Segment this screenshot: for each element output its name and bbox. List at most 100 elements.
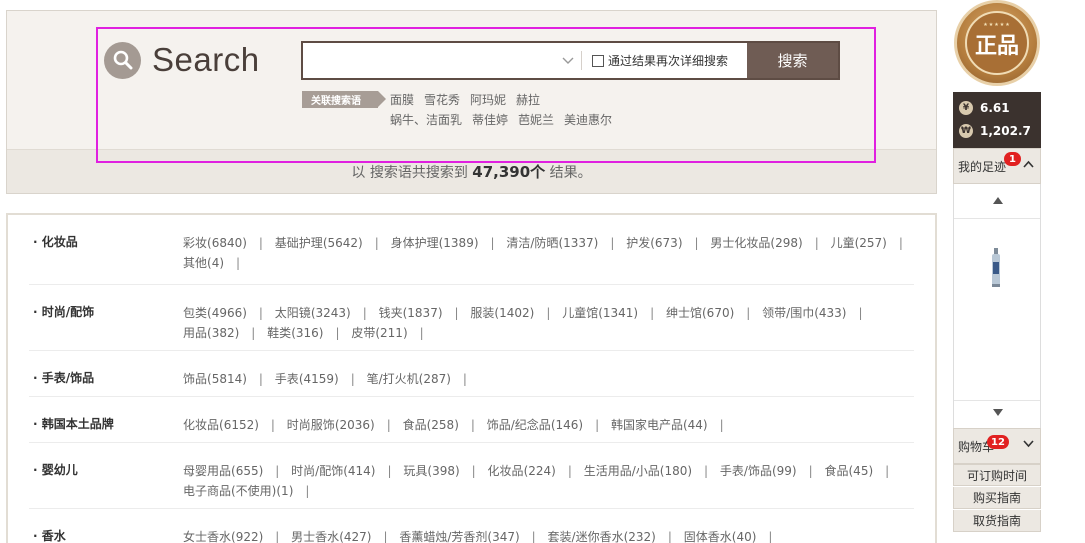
- separator: |: [490, 236, 495, 250]
- rate-cny: ¥ 6.61: [959, 101, 1010, 115]
- search-input[interactable]: [303, 43, 555, 78]
- subcategory-label: 化妆品: [487, 464, 524, 478]
- subcategory-label: 男士化妆品: [710, 236, 771, 250]
- separator: |: [270, 418, 275, 432]
- subcategory-link[interactable]: 手表(4159): [275, 372, 339, 386]
- subcategory-link[interactable]: 韩国家电产品(44): [611, 418, 708, 432]
- subcategory-count: (382): [207, 326, 240, 340]
- subcategory-count: (44): [682, 418, 708, 432]
- subcategory-link[interactable]: 母婴用品(655): [183, 464, 263, 478]
- related-keyword[interactable]: 芭妮兰: [518, 111, 554, 128]
- subcategory-list: 饰品(5814) | 手表(4159) | 笔/打火机(287) |: [183, 369, 911, 389]
- subcategory-link[interactable]: 手表/饰品(99): [720, 464, 797, 478]
- subcategory-link[interactable]: 笔/打火机(287): [367, 372, 451, 386]
- subcategory-count: (99): [771, 464, 797, 478]
- subcategory-link[interactable]: 生活用品/小品(180): [584, 464, 692, 478]
- subcategory-link[interactable]: 玩具(398): [403, 464, 459, 478]
- search-button[interactable]: 搜索: [747, 43, 838, 78]
- subcategory-count: (224): [523, 464, 556, 478]
- subcategory-link[interactable]: 基础护理(5642): [275, 236, 363, 250]
- subcategory-count: (257): [854, 236, 887, 250]
- subcategory-link[interactable]: 清洁/防晒(1337): [506, 236, 598, 250]
- subcategory-label: 彩妆: [183, 236, 208, 250]
- subcategory-link[interactable]: 其他(4): [183, 256, 224, 270]
- related-keywords-label: 关联搜索语: [302, 91, 386, 108]
- subcategory-link[interactable]: 香薰蜡烛/芳香剂(347): [399, 530, 519, 543]
- product-thumbnail[interactable]: [990, 248, 1002, 288]
- rate-krw: ₩ 1,202.7: [959, 124, 1031, 138]
- subcategory-link[interactable]: 钱夹(1837): [379, 306, 443, 320]
- separator: |: [546, 306, 551, 320]
- subcategory-link[interactable]: 太阳镜(3243): [275, 306, 351, 320]
- subcategory-label: 香薰蜡烛/芳香剂: [399, 530, 488, 543]
- category-name[interactable]: · 时尚/配饰: [33, 303, 94, 320]
- subcategory-link[interactable]: 服装(1402): [470, 306, 534, 320]
- subcategory-link[interactable]: 女士香水(922): [183, 530, 263, 543]
- subcategory-link[interactable]: 化妆品(6152): [183, 418, 259, 432]
- related-keyword[interactable]: 蜗牛、洁面乳: [390, 111, 462, 128]
- search-logo-text: Search: [152, 41, 260, 78]
- subcategory-link[interactable]: 化妆品(224): [488, 464, 556, 478]
- right-sidebar: ★★★★★ 正品 ¥ 6.61 ₩ 1,202.7 我的足迹 1 购物车 12 …: [953, 0, 1041, 543]
- separator: |: [454, 306, 459, 320]
- separator: |: [258, 236, 263, 250]
- subcategory-count: (4966): [207, 306, 247, 320]
- chevron-down-icon[interactable]: [555, 43, 581, 78]
- pickup-guide-link[interactable]: 取货指南: [953, 510, 1041, 532]
- authentic-badge: ★★★★★ 正品: [953, 0, 1041, 92]
- separator: |: [746, 306, 751, 320]
- checkbox-icon[interactable]: [592, 54, 604, 67]
- subcategory-link[interactable]: 食品(258): [403, 418, 459, 432]
- cart-header[interactable]: 购物车 12: [953, 428, 1041, 464]
- related-keyword[interactable]: 美迪惠尔: [564, 111, 612, 128]
- subcategory-link[interactable]: 绅士馆(670): [666, 306, 734, 320]
- chevron-up-icon[interactable]: [1023, 160, 1034, 168]
- subcategory-link[interactable]: 电子商品(不使用)(1): [183, 484, 293, 498]
- separator: |: [374, 236, 379, 250]
- subcategory-link[interactable]: 时尚/配饰(414): [291, 464, 375, 478]
- category-name[interactable]: · 婴幼儿: [33, 461, 78, 478]
- subcategory-link[interactable]: 彩妆(6840): [183, 236, 247, 250]
- category-row: · 化妆品 彩妆(6840) | 基础护理(5642) | 身体护理(1389) | 清…: [29, 215, 914, 285]
- subcategory-link[interactable]: 身体护理(1389): [391, 236, 479, 250]
- separator: |: [704, 464, 709, 478]
- related-keyword[interactable]: 蒂佳婷: [472, 111, 508, 128]
- subcategory-link[interactable]: 饰品/纪念品(146): [487, 418, 583, 432]
- category-name[interactable]: · 韩国本土品牌: [33, 415, 114, 432]
- subcategory-link[interactable]: 食品(45): [824, 464, 873, 478]
- subcategory-link[interactable]: 包类(4966): [183, 306, 247, 320]
- subcategory-link[interactable]: 皮带(211): [351, 326, 407, 340]
- subcategory-count: (1): [276, 484, 294, 498]
- scroll-up-icon[interactable]: [993, 197, 1003, 204]
- chevron-down-icon[interactable]: [1023, 440, 1034, 448]
- related-keyword[interactable]: 赫拉: [516, 91, 540, 108]
- order-time-link[interactable]: 可订购时间: [953, 464, 1041, 486]
- subcategory-link[interactable]: 套装/迷你香水(232): [548, 530, 656, 543]
- separator: |: [251, 326, 256, 340]
- subcategory-link[interactable]: 护发(673): [626, 236, 682, 250]
- subcategory-link[interactable]: 领带/围巾(433): [762, 306, 846, 320]
- refine-search-checkbox[interactable]: 通过结果再次详细搜索: [582, 43, 746, 78]
- scroll-down-icon[interactable]: [993, 409, 1003, 416]
- subcategory-link[interactable]: 时尚服饰(2036): [287, 418, 375, 432]
- recent-viewed-header[interactable]: 我的足迹 1: [953, 148, 1041, 184]
- subcategory-link[interactable]: 固体香水(40): [684, 530, 757, 543]
- subcategory-link[interactable]: 用品(382): [183, 326, 239, 340]
- category-name[interactable]: · 化妆品: [33, 233, 78, 250]
- separator: |: [362, 306, 367, 320]
- subcategory-link[interactable]: 男士香水(427): [291, 530, 371, 543]
- subcategory-link[interactable]: 饰品(5814): [183, 372, 247, 386]
- subcategory-link[interactable]: 儿童(257): [831, 236, 887, 250]
- related-keyword[interactable]: 雪花秀: [424, 91, 460, 108]
- category-name[interactable]: · 香水: [33, 527, 66, 543]
- category-name[interactable]: · 手表/饰品: [33, 369, 94, 386]
- subcategory-link[interactable]: 儿童馆(1341): [562, 306, 638, 320]
- subcategory-count: (1402): [494, 306, 535, 320]
- related-keyword[interactable]: 阿玛妮: [470, 91, 506, 108]
- subcategory-label: 鞋类: [267, 326, 292, 340]
- subcategory-link[interactable]: 男士化妆品(298): [710, 236, 802, 250]
- subcategory-link[interactable]: 鞋类(316): [267, 326, 323, 340]
- related-keyword[interactable]: 面膜: [390, 91, 414, 108]
- rate-cny-value: 6.61: [980, 101, 1010, 115]
- purchase-guide-link[interactable]: 购买指南: [953, 487, 1041, 509]
